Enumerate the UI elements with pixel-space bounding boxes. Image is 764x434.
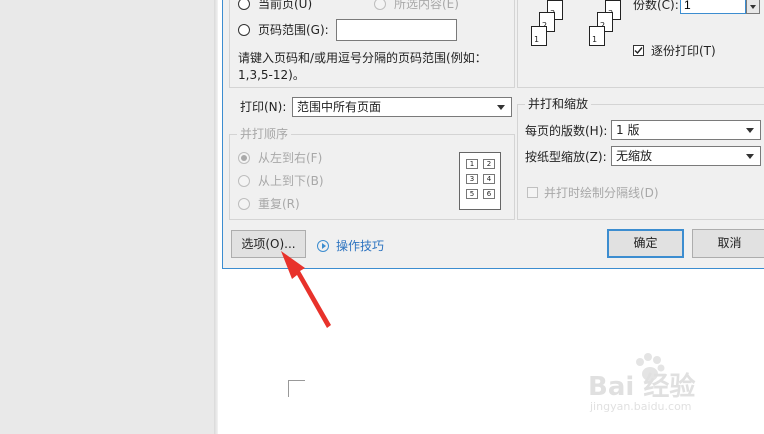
page-sheet-icon: 1 bbox=[589, 26, 605, 46]
cancel-button[interactable]: 取消 bbox=[692, 229, 764, 258]
print-order-title: 并打顺序 bbox=[237, 127, 292, 141]
pages-per-sheet-label: 每页的版数(H): bbox=[525, 124, 608, 138]
repeat-label: 重复(R) bbox=[258, 197, 300, 211]
print-what-select[interactable]: 范围中所有页面 bbox=[292, 97, 512, 117]
page-sheet-icon: 1 bbox=[531, 26, 547, 46]
annotation-arrow-icon bbox=[281, 251, 331, 328]
selection-label: 所选内容(E) bbox=[394, 0, 459, 11]
checkmark-icon bbox=[634, 47, 643, 55]
collate-label: 逐份打印(T) bbox=[651, 44, 716, 58]
zoom-title: 并打和缩放 bbox=[525, 97, 592, 111]
margin-corner-mark bbox=[288, 380, 305, 397]
print-what-label: 打印(N): bbox=[240, 100, 287, 114]
watermark-text: Bai 经验 bbox=[588, 372, 696, 402]
scale-value: 无缩放 bbox=[616, 149, 653, 163]
collated-pages-icon: 3 2 1 bbox=[587, 0, 631, 54]
collate-checkbox[interactable] bbox=[633, 45, 644, 56]
print-dialog: 当前页(U) 所选内容(E) 页码范围(G): 请键入页码和/或用逗号分隔的页码… bbox=[222, 0, 764, 269]
scale-select[interactable]: 无缩放 bbox=[611, 146, 761, 166]
print-what-value: 范围中所有页面 bbox=[297, 100, 382, 114]
pages-per-sheet-value: 1 版 bbox=[616, 123, 640, 137]
current-page-label: 当前页(U) bbox=[258, 0, 313, 11]
copies-input[interactable] bbox=[680, 0, 746, 14]
copies-label: 份数(C): bbox=[633, 0, 679, 12]
draw-borders-checkbox[interactable] bbox=[527, 187, 538, 198]
left-to-right-radio[interactable] bbox=[238, 152, 250, 164]
order-preview-cell: 2 bbox=[483, 159, 495, 169]
left-to-right-label: 从左到右(F) bbox=[258, 151, 323, 165]
chevron-down-icon bbox=[497, 105, 505, 110]
order-preview-cell: 3 bbox=[466, 174, 478, 184]
baidu-watermark: Bai 经验 jingyan.baidu.com bbox=[588, 353, 758, 422]
draw-borders-label: 并打时绘制分隔线(D) bbox=[544, 186, 659, 200]
order-preview-cell: 5 bbox=[466, 189, 478, 199]
chevron-down-icon bbox=[746, 128, 754, 133]
order-preview-icon: 1 2 3 4 5 6 bbox=[459, 152, 501, 210]
order-preview-cell: 6 bbox=[483, 189, 495, 199]
uncollated-pages-icon: 3 2 1 bbox=[529, 0, 573, 54]
repeat-radio[interactable] bbox=[238, 198, 250, 210]
order-preview-cell: 4 bbox=[483, 174, 495, 184]
page-range-label: 页码范围(G): bbox=[258, 23, 329, 37]
copies-spinner[interactable] bbox=[746, 0, 760, 14]
page-range-hint: 请键入页码和/或用逗号分隔的页码范围(例如：1,3,5-12)。 bbox=[238, 51, 487, 82]
ok-button[interactable]: 确定 bbox=[607, 229, 684, 258]
watermark-url: jingyan.baidu.com bbox=[590, 400, 692, 413]
tips-link[interactable]: 操作技巧 bbox=[336, 239, 384, 253]
page-range-radio[interactable] bbox=[238, 24, 250, 36]
page-range-input[interactable] bbox=[336, 19, 457, 41]
spinner-down-arrow-icon bbox=[750, 5, 756, 9]
top-to-bottom-radio[interactable] bbox=[238, 175, 250, 187]
order-preview-cell: 1 bbox=[466, 159, 478, 169]
scale-label: 按纸型缩放(Z): bbox=[525, 150, 607, 164]
top-to-bottom-label: 从上到下(B) bbox=[258, 174, 324, 188]
pages-per-sheet-select[interactable]: 1 版 bbox=[611, 120, 761, 140]
chevron-down-icon bbox=[746, 154, 754, 159]
